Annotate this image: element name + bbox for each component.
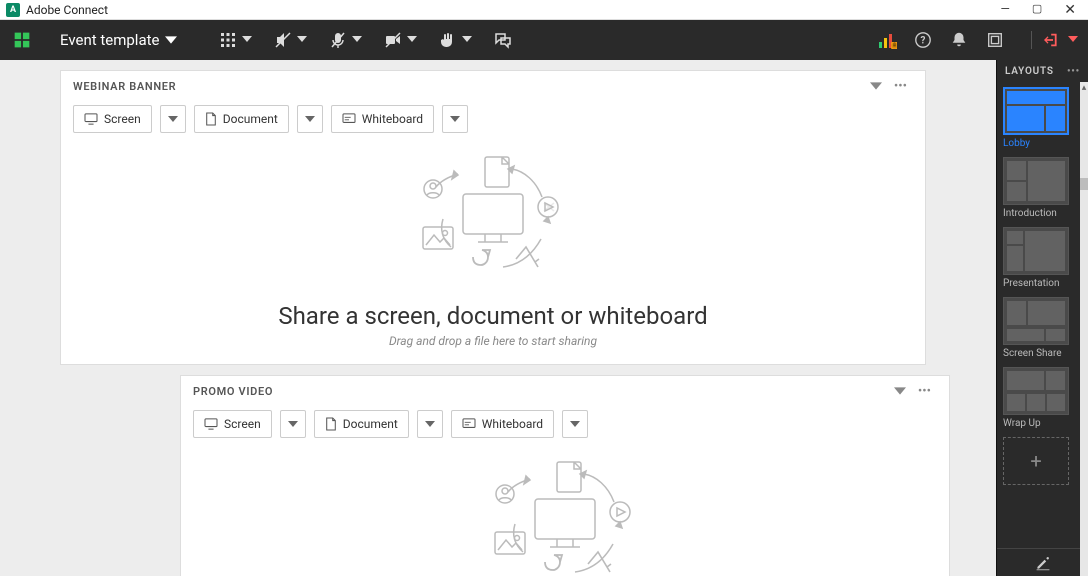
speaker-mute-button[interactable] — [268, 27, 313, 53]
pod-more-icon[interactable]: ••• — [888, 77, 913, 96]
share-screen-label: Screen — [104, 112, 141, 126]
close-button[interactable]: ✕ — [1064, 2, 1076, 18]
layout-item-lobby[interactable]: Lobby — [1003, 87, 1078, 149]
share-heading: Share a screen, document or whiteboard — [278, 302, 707, 330]
share-subheading: Drag and drop a file here to start shari… — [389, 334, 597, 348]
workspace: WEBINAR BANNER ••• Screen Document — [0, 60, 996, 576]
help-icon[interactable]: ? — [913, 30, 933, 50]
share-whiteboard-caret[interactable] — [562, 410, 588, 438]
manage-layouts-button[interactable] — [997, 548, 1088, 576]
share-illustration-icon — [408, 149, 578, 294]
app-title: Adobe Connect — [26, 3, 108, 17]
share-screen-button[interactable]: Screen — [193, 410, 272, 438]
share-whiteboard-label: Whiteboard — [482, 417, 543, 431]
pod-webinar-banner: WEBINAR BANNER ••• Screen Document — [60, 70, 926, 365]
pod-collapse-icon[interactable] — [864, 77, 888, 96]
layouts-scrollbar[interactable]: ▴ — [1080, 82, 1088, 576]
layout-label: Screen Share — [1003, 348, 1078, 359]
share-document-caret[interactable] — [417, 410, 443, 438]
raise-hand-button[interactable] — [433, 27, 478, 53]
share-whiteboard-button[interactable]: Whiteboard — [451, 410, 554, 438]
share-illustration-icon — [480, 454, 650, 576]
layout-item-introduction[interactable]: Introduction — [1003, 157, 1078, 219]
share-screen-button[interactable]: Screen — [73, 105, 152, 133]
pod-more-icon[interactable]: ••• — [912, 382, 937, 401]
add-layout-button[interactable]: + — [1003, 437, 1069, 485]
top-toolbar: Event template — [0, 20, 1088, 60]
share-screen-caret[interactable] — [160, 105, 186, 133]
pod-title: PROMO VIDEO — [193, 385, 273, 398]
pods-grid-button[interactable] — [213, 27, 258, 53]
layout-item-screen-share[interactable]: Screen Share — [1003, 297, 1078, 359]
share-whiteboard-button[interactable]: Whiteboard — [331, 105, 434, 133]
layouts-more-icon[interactable]: ••• — [1067, 66, 1080, 77]
app-badge-icon: A — [6, 3, 20, 17]
layout-label: Wrap Up — [1003, 418, 1078, 429]
notifications-icon[interactable] — [949, 30, 969, 50]
product-logo-icon — [10, 28, 34, 52]
share-document-caret[interactable] — [297, 105, 323, 133]
pod-promo-video: PROMO VIDEO ••• Screen Document — [180, 375, 950, 576]
layouts-panel: LAYOUTS ••• Lobby — [996, 60, 1088, 576]
share-whiteboard-label: Whiteboard — [362, 112, 423, 126]
exit-button[interactable] — [1031, 31, 1078, 49]
template-selector-label: Event template — [60, 31, 159, 49]
maximize-button[interactable]: ▢ — [1032, 2, 1042, 18]
pod-collapse-icon[interactable] — [888, 382, 912, 401]
layout-label: Presentation — [1003, 278, 1078, 289]
share-whiteboard-caret[interactable] — [442, 105, 468, 133]
share-screen-label: Screen — [224, 417, 261, 431]
share-screen-caret[interactable] — [280, 410, 306, 438]
share-document-button[interactable]: Document — [194, 105, 289, 133]
layout-item-wrap-up[interactable]: Wrap Up — [1003, 367, 1078, 429]
chat-button[interactable] — [488, 27, 518, 53]
svg-text:?: ? — [921, 36, 926, 47]
layout-label: Introduction — [1003, 208, 1078, 219]
minimize-button[interactable]: — — [1000, 2, 1009, 18]
microphone-mute-button[interactable] — [323, 27, 368, 53]
window-titlebar: A Adobe Connect — ▢ ✕ — [0, 0, 1088, 20]
fullscreen-icon[interactable] — [985, 30, 1005, 50]
bandwidth-icon[interactable] — [877, 30, 897, 50]
camera-off-button[interactable] — [378, 27, 423, 53]
share-document-button[interactable]: Document — [314, 410, 409, 438]
template-selector[interactable]: Event template — [52, 25, 185, 55]
share-document-label: Document — [223, 112, 278, 126]
layouts-title: LAYOUTS — [1005, 66, 1054, 77]
layout-item-presentation[interactable]: Presentation — [1003, 227, 1078, 289]
pod-title: WEBINAR BANNER — [73, 80, 176, 93]
share-document-label: Document — [343, 417, 398, 431]
layout-label: Lobby — [1003, 138, 1078, 149]
